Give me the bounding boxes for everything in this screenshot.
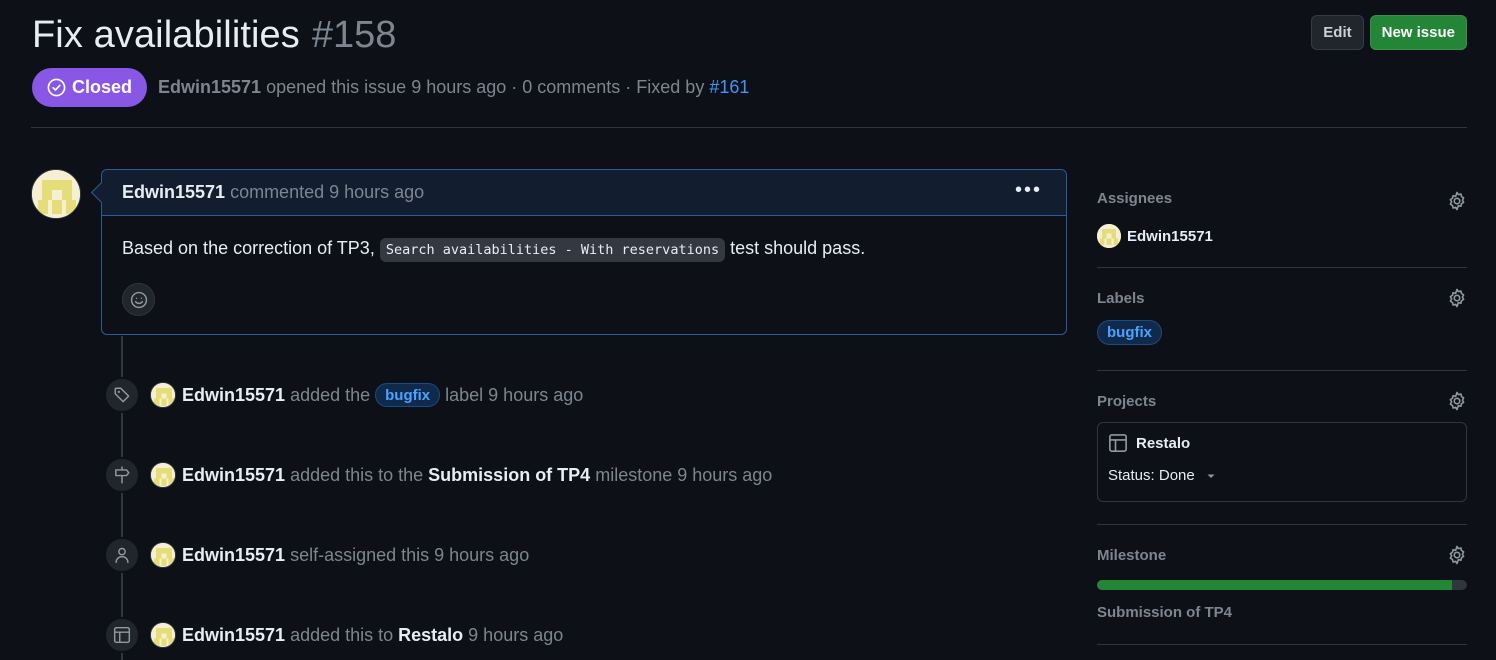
milestone-icon — [115, 466, 130, 484]
opened-text: opened this issue 9 hours ago · 0 commen… — [266, 76, 705, 97]
project-name[interactable]: Restalo — [1136, 435, 1190, 452]
event-text: Edwin15571 added this to Restalo 9 hours… — [182, 625, 563, 646]
projects-section: Projects Restalo Status: Done — [1097, 391, 1467, 525]
comment-box: Edwin15571 commented 9 hours ago ••• Bas… — [101, 169, 1067, 335]
avatar[interactable] — [150, 462, 176, 488]
identicon-icon — [151, 543, 175, 567]
identicon-icon — [151, 383, 175, 407]
gear-icon[interactable] — [1447, 391, 1467, 411]
inline-code: Search availabilities - With reservation… — [379, 238, 726, 262]
event-author[interactable]: Edwin15571 — [182, 625, 285, 646]
identicon-icon — [151, 623, 175, 647]
avatar[interactable] — [150, 382, 176, 408]
identicon-icon — [151, 463, 175, 487]
author-link[interactable]: Edwin15571 — [158, 77, 261, 97]
milestone-name[interactable]: Submission of TP4 — [1097, 604, 1467, 621]
labels-list: bugfix — [1097, 320, 1467, 345]
labels-section: Labels bugfix — [1097, 288, 1467, 371]
event-text: Edwin15571 added this to the Submission … — [182, 465, 772, 486]
milestone-progress-fill — [1097, 580, 1453, 590]
assignee-row[interactable]: Edwin15571 — [1097, 224, 1467, 248]
event-author[interactable]: Edwin15571 — [182, 385, 285, 406]
status-label: Closed — [72, 76, 133, 97]
kebab-menu-icon[interactable]: ••• — [1015, 180, 1042, 200]
milestone-section: Milestone Submission of TP4 — [1097, 545, 1467, 645]
tag-icon — [114, 387, 130, 403]
check-circle-icon — [47, 78, 66, 96]
event-icon — [104, 617, 140, 653]
label-badge[interactable]: bugfix — [1097, 320, 1162, 345]
event-pre: added this to — [290, 624, 394, 645]
header-actions: Edit New issue — [1311, 15, 1467, 50]
comment-header: Edwin15571 commented 9 hours ago ••• — [102, 170, 1066, 216]
status-badge: Closed — [32, 67, 148, 107]
issue-meta: Closed Edwin15571 opened this issue 9 ho… — [32, 67, 1467, 107]
avatar[interactable] — [1097, 224, 1121, 248]
event-text: Edwin15571 added the bugfix label 9 hour… — [182, 383, 583, 407]
assignees-title: Assignees — [1097, 190, 1173, 207]
timeline-event: Edwin15571 added the bugfix label 9 hour… — [104, 377, 583, 413]
gear-icon[interactable] — [1447, 288, 1467, 308]
event-post: 9 hours ago — [468, 624, 564, 645]
project-card: Restalo Status: Done — [1097, 422, 1467, 502]
comment-text-after: test should pass. — [730, 238, 866, 258]
timeline-event: Edwin15571 self-assigned this 9 hours ag… — [104, 537, 529, 573]
comment-body: Based on the correction of TP3, Search a… — [102, 216, 1066, 262]
event-author[interactable]: Edwin15571 — [182, 465, 285, 486]
assignees-section: Assignees Edwin15571 — [1097, 190, 1467, 268]
event-post: milestone 9 hours ago — [595, 464, 773, 485]
event-pre: self-assigned this 9 hours ago — [290, 544, 530, 565]
project-link[interactable]: Restalo — [398, 625, 463, 646]
issue-title: Fix availabilities — [32, 13, 300, 56]
event-text: Edwin15571 self-assigned this 9 hours ag… — [182, 545, 529, 566]
timeline-event: Edwin15571 added this to the Submission … — [104, 457, 772, 493]
labels-title: Labels — [1097, 290, 1145, 307]
assignee-name[interactable]: Edwin15571 — [1127, 228, 1213, 245]
project-status: Status: Done — [1108, 467, 1195, 484]
comment-action: commented — [230, 182, 325, 202]
table-icon — [1109, 434, 1127, 452]
gear-icon[interactable] — [1447, 191, 1467, 211]
comment-timestamp[interactable]: 9 hours ago — [329, 182, 424, 203]
identicon-icon — [32, 170, 80, 218]
issue-number: #158 — [311, 13, 397, 56]
identicon-icon — [1097, 224, 1121, 248]
avatar[interactable] — [150, 542, 176, 568]
gear-icon[interactable] — [1447, 545, 1467, 565]
title-row: Fix availabilities #158 — [32, 12, 1467, 58]
event-pre: added this to the — [290, 464, 424, 485]
issue-header: Fix availabilities #158 Edit New issue C… — [32, 12, 1467, 107]
smiley-icon — [130, 291, 147, 308]
event-icon — [104, 537, 140, 573]
project-status-dropdown[interactable]: Status: Done — [1108, 467, 1456, 484]
comment-text-before: Based on the correction of TP3, — [122, 238, 375, 258]
event-icon — [104, 377, 140, 413]
milestone-link[interactable]: Submission of TP4 — [428, 465, 590, 486]
event-author[interactable]: Edwin15571 — [182, 545, 285, 566]
add-reaction-button[interactable] — [122, 283, 155, 316]
new-issue-button[interactable]: New issue — [1369, 15, 1467, 50]
project-name-row[interactable]: Restalo — [1108, 433, 1456, 453]
comment-author[interactable]: Edwin15571 — [122, 182, 225, 203]
event-pre: added the — [290, 384, 371, 405]
header-divider — [31, 127, 1467, 128]
person-icon — [115, 547, 129, 564]
avatar[interactable] — [31, 169, 81, 219]
triangle-down-icon — [1207, 474, 1215, 478]
milestone-progress-bar — [1097, 580, 1467, 590]
fixed-by-link[interactable]: #161 — [709, 77, 749, 97]
milestone-title: Milestone — [1097, 547, 1167, 564]
timeline-event: Edwin15571 added this to Restalo 9 hours… — [104, 617, 563, 653]
projects-title: Projects — [1097, 393, 1157, 410]
label-badge[interactable]: bugfix — [375, 383, 441, 407]
edit-button[interactable]: Edit — [1311, 15, 1364, 50]
event-post: label 9 hours ago — [445, 384, 584, 405]
avatar[interactable] — [150, 622, 176, 648]
table-icon — [113, 626, 131, 644]
event-icon — [104, 457, 140, 493]
meta-text: Edwin15571 opened this issue 9 hours ago… — [158, 77, 749, 98]
